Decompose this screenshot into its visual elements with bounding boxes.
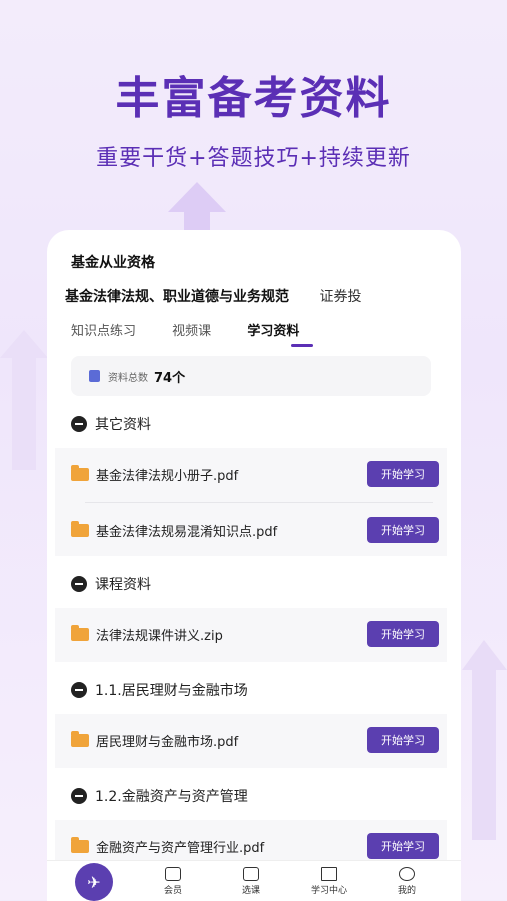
nav-item-study-center[interactable]: 学习中心 xyxy=(299,867,359,896)
collapse-icon xyxy=(71,682,87,698)
materials-card: 基金从业资格 基金法律法规、职业道德与业务规范 证券投 知识点练习 视频课 学习… xyxy=(47,230,461,900)
section-title: 1.2.金融资产与资产管理 xyxy=(95,789,248,805)
file-name: 基金法律法规易混淆知识点.pdf xyxy=(96,524,278,540)
folder-icon xyxy=(71,730,89,747)
file-row: 基金法律法规易混淆知识点.pdf 开始学习 xyxy=(71,504,439,556)
nav-item-courses[interactable]: 选课 xyxy=(221,867,281,896)
content-tabs: 知识点练习 视频课 学习资料 xyxy=(71,320,331,339)
active-tab-indicator xyxy=(291,344,313,347)
file-row: 基金法律法规小册子.pdf 开始学习 xyxy=(71,448,439,500)
background-arrow-left xyxy=(0,330,48,470)
nav-item-profile[interactable]: 我的 xyxy=(377,867,437,896)
section-header[interactable]: 1.2.金融资产与资产管理 xyxy=(71,786,248,806)
section-title: 其它资料 xyxy=(95,417,151,433)
nav-item-member[interactable]: 会员 xyxy=(143,867,203,896)
nav-label: 会员 xyxy=(163,886,182,896)
member-icon xyxy=(165,867,181,881)
tab-knowledge-practice[interactable]: 知识点练习 xyxy=(71,324,136,339)
background-arrow-top xyxy=(168,182,226,230)
section-title: 课程资料 xyxy=(95,577,151,593)
tab-video-course[interactable]: 视频课 xyxy=(172,324,211,339)
total-label: 资料总数 xyxy=(108,372,148,384)
home-rocket-icon[interactable]: ✈ xyxy=(75,863,113,901)
file-group: 基金法律法规小册子.pdf 开始学习 基金法律法规易混淆知识点.pdf 开始学习 xyxy=(55,448,447,556)
file-name: 金融资产与资产管理行业.pdf xyxy=(96,840,265,856)
collapse-icon xyxy=(71,576,87,592)
subject-tabs: 基金法律法规、职业道德与业务规范 证券投 xyxy=(65,286,387,306)
exam-category: 基金从业资格 xyxy=(71,255,155,271)
section-title: 1.1.居民理财与金融市场 xyxy=(95,683,248,699)
folder-icon xyxy=(71,624,89,641)
file-group: 法律法规课件讲义.zip 开始学习 xyxy=(55,608,447,662)
start-study-button[interactable]: 开始学习 xyxy=(367,461,439,487)
file-row: 法律法规课件讲义.zip 开始学习 xyxy=(71,608,439,660)
section-header[interactable]: 其它资料 xyxy=(71,414,151,434)
file-name: 法律法规课件讲义.zip xyxy=(96,628,223,644)
promo-subline: 重要干货+答题技巧+持续更新 xyxy=(96,146,411,171)
start-study-button[interactable]: 开始学习 xyxy=(367,727,439,753)
start-study-button[interactable]: 开始学习 xyxy=(367,517,439,543)
section-header[interactable]: 课程资料 xyxy=(71,574,151,594)
folder-icon xyxy=(71,520,89,537)
start-study-button[interactable]: 开始学习 xyxy=(367,621,439,647)
nav-label: 学习中心 xyxy=(310,886,347,896)
section-header[interactable]: 1.1.居民理财与金融市场 xyxy=(71,680,248,700)
file-row: 居民理财与金融市场.pdf 开始学习 xyxy=(71,714,439,766)
folder-icon xyxy=(71,464,89,481)
document-icon xyxy=(89,370,100,382)
file-name: 基金法律法规小册子.pdf xyxy=(96,468,239,484)
collapse-icon xyxy=(71,788,87,804)
promo-headline: 丰富备考资料 xyxy=(115,73,392,124)
total-value: 74个 xyxy=(154,370,186,386)
collapse-icon xyxy=(71,416,87,432)
courses-icon xyxy=(243,867,259,881)
tab-study-materials[interactable]: 学习资料 xyxy=(247,324,299,339)
nav-label: 我的 xyxy=(397,886,416,896)
grid-icon xyxy=(321,867,337,881)
file-group: 居民理财与金融市场.pdf 开始学习 xyxy=(55,714,447,768)
profile-icon xyxy=(399,867,415,881)
row-divider xyxy=(85,502,433,503)
subject-tab-active[interactable]: 基金法律法规、职业道德与业务规范 xyxy=(65,289,289,305)
subject-tab[interactable]: 证券投 xyxy=(319,289,361,305)
file-name: 居民理财与金融市场.pdf xyxy=(96,734,239,750)
bottom-nav: ✈ 会员 选课 学习中心 我的 xyxy=(47,860,461,901)
background-arrow-right xyxy=(462,640,507,840)
nav-label: 选课 xyxy=(241,886,260,896)
start-study-button[interactable]: 开始学习 xyxy=(367,833,439,859)
materials-total: 资料总数 74个 xyxy=(71,356,431,396)
folder-icon xyxy=(71,836,89,853)
